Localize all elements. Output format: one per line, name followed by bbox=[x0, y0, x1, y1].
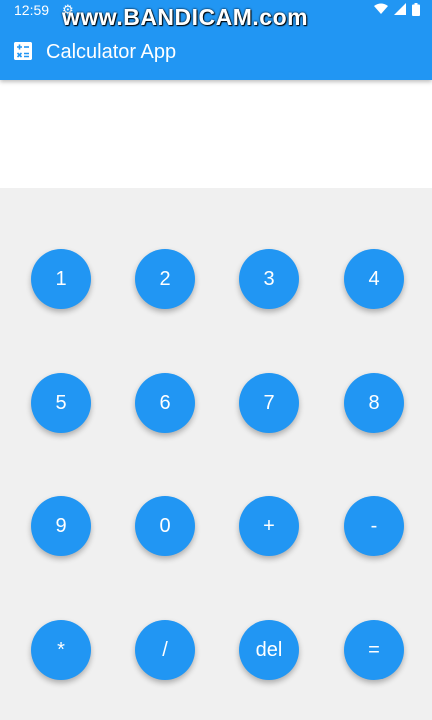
app-header: 12:59 ⚙ www.BANDICAM.com Calculator App bbox=[0, 0, 432, 80]
calculator-display bbox=[0, 80, 432, 188]
key-divide[interactable]: / bbox=[135, 620, 195, 680]
key-2[interactable]: 2 bbox=[135, 249, 195, 309]
key-4[interactable]: 4 bbox=[344, 249, 404, 309]
key-9[interactable]: 9 bbox=[31, 496, 91, 556]
wifi-icon bbox=[374, 3, 388, 19]
keypad: 1 2 3 4 5 6 7 8 9 0 + - * / del = bbox=[0, 188, 432, 720]
key-delete[interactable]: del bbox=[239, 620, 299, 680]
calculator-icon bbox=[14, 42, 32, 60]
key-7[interactable]: 7 bbox=[239, 373, 299, 433]
key-multiply[interactable]: * bbox=[31, 620, 91, 680]
battery-icon bbox=[412, 3, 420, 19]
signal-icon bbox=[394, 3, 406, 19]
key-minus[interactable]: - bbox=[344, 496, 404, 556]
status-icons bbox=[374, 3, 420, 19]
status-time: 12:59 bbox=[14, 2, 50, 18]
key-8[interactable]: 8 bbox=[344, 373, 404, 433]
app-bar: Calculator App bbox=[0, 22, 432, 80]
status-bar: 12:59 ⚙ www.BANDICAM.com bbox=[0, 0, 432, 30]
key-0[interactable]: 0 bbox=[135, 496, 195, 556]
key-6[interactable]: 6 bbox=[135, 373, 195, 433]
key-1[interactable]: 1 bbox=[31, 249, 91, 309]
key-3[interactable]: 3 bbox=[239, 249, 299, 309]
app-title: Calculator App bbox=[46, 41, 177, 63]
key-plus[interactable]: + bbox=[239, 496, 299, 556]
key-equals[interactable]: = bbox=[344, 620, 404, 680]
key-5[interactable]: 5 bbox=[31, 373, 91, 433]
